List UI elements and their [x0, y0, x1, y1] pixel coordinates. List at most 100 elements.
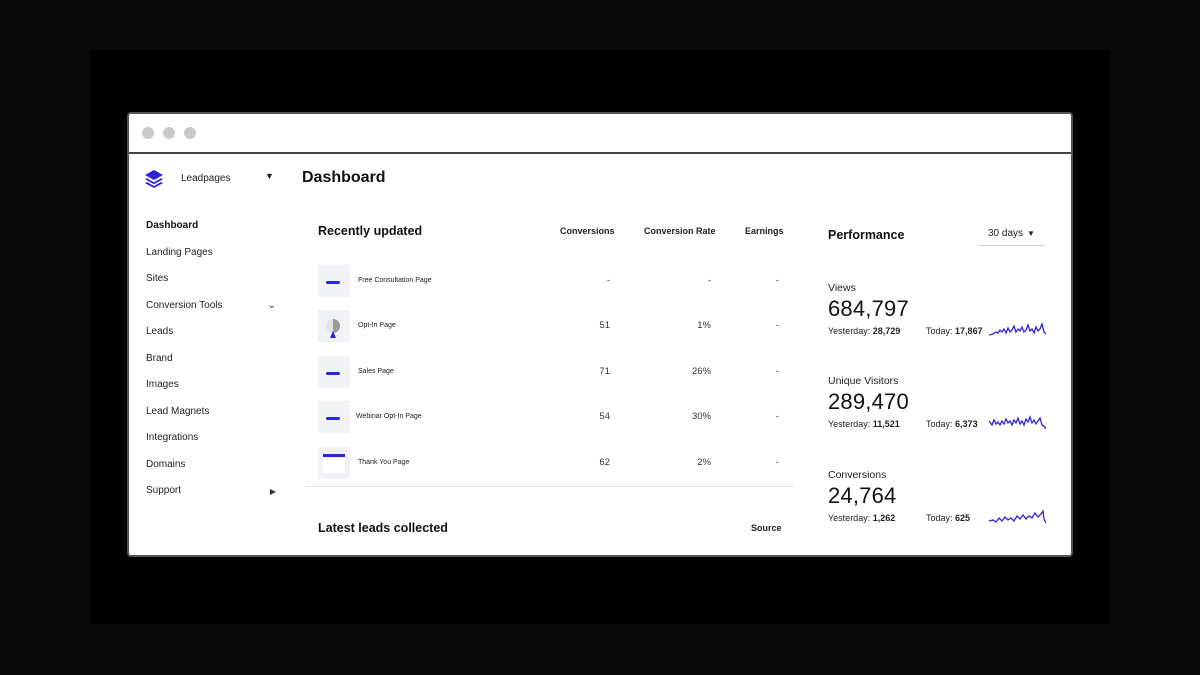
conversion-rate-column-header: Conversion Rate	[644, 226, 716, 236]
page-name: Thank You Page	[358, 459, 410, 466]
sidebar-item-conversion-tools[interactable]: Conversion Tools ⌄	[146, 299, 276, 326]
conversions-column-header: Conversions	[560, 226, 615, 236]
page-thumbnail	[318, 401, 350, 433]
views-sparkline	[989, 321, 1046, 336]
conversions-metric: Conversions 24,764 Yesterday: 1,262 Toda…	[828, 469, 1046, 524]
conversions-cell: 62	[599, 457, 610, 468]
thumbnail-panel	[323, 459, 345, 473]
sidebar-item-label: Conversion Tools	[146, 299, 223, 311]
source-column-header: Source	[751, 523, 782, 533]
sidebar-item-leads[interactable]: Leads	[146, 325, 276, 352]
today-label: Today:	[926, 419, 953, 429]
metric-yesterday: Yesterday: 28,729	[828, 326, 900, 336]
caret-right-icon: ▶	[269, 487, 276, 496]
sidebar-item-dashboard[interactable]: Dashboard	[146, 219, 276, 246]
metric-value: 289,470	[828, 389, 909, 414]
sidebar-item-lead-magnets[interactable]: Lead Magnets	[146, 405, 276, 432]
conversion-rate-cell: 30%	[691, 411, 711, 422]
recently-updated-heading: Recently updated	[318, 224, 423, 238]
table-row[interactable]: Thank You Page 62 2% -	[318, 447, 793, 479]
section-divider	[306, 486, 794, 487]
today-value: 17,867	[955, 326, 983, 336]
thumbnail-bar	[326, 417, 340, 420]
thumbnail-bar	[323, 454, 345, 457]
conversions-cell: 51	[599, 320, 610, 331]
sidebar-item-domains[interactable]: Domains	[146, 458, 276, 485]
page-thumbnail	[318, 356, 350, 388]
conversions-cell: 54	[599, 411, 610, 422]
sidebar-item-label: Domains	[146, 458, 186, 470]
browser-window: Leadpages ▼ Dashboard Landing Pages Site…	[127, 112, 1073, 557]
window-close-dot[interactable]	[142, 127, 154, 139]
metric-value: 24,764	[828, 483, 897, 508]
thumbnail-bar	[326, 372, 340, 375]
table-row[interactable]: Free Consultation Page - - -	[318, 265, 793, 297]
page-thumbnail	[318, 447, 350, 479]
metric-today: Today: 625	[926, 513, 970, 523]
window-maximize-dot[interactable]	[184, 127, 196, 139]
metric-today: Today: 6,373	[926, 419, 978, 429]
latest-leads-heading: Latest leads collected	[318, 521, 448, 535]
sidebar-item-label: Images	[146, 379, 179, 390]
sidebar-item-images[interactable]: Images	[146, 378, 276, 405]
brand-name: Leadpages	[181, 173, 231, 184]
conversions-cell: -	[606, 275, 610, 286]
conversion-rate-cell: 2%	[697, 457, 711, 468]
today-label: Today:	[926, 326, 953, 336]
unique-visitors-metric: Unique Visitors 289,470 Yesterday: 11,52…	[828, 375, 1046, 430]
earnings-cell: -	[775, 457, 779, 468]
sidebar-nav: Dashboard Landing Pages Sites Conversion…	[146, 219, 276, 511]
yesterday-value: 1,262	[872, 513, 896, 523]
sidebar-item-label: Leads	[146, 326, 174, 337]
earnings-cell: -	[775, 320, 779, 331]
earnings-column-header: Earnings	[745, 226, 784, 236]
date-range-select[interactable]: 30 days ▼	[979, 222, 1044, 246]
page-thumbnail	[318, 310, 350, 342]
views-metric: Views 684,797 Yesterday: 28,729 Today: 1…	[828, 282, 1046, 336]
metric-value: 684,797	[828, 296, 909, 321]
metric-label: Views	[828, 282, 856, 294]
sidebar-item-support[interactable]: Support ▶	[146, 484, 276, 511]
sidebar-item-label: Dashboard	[146, 220, 199, 231]
window-titlebar	[129, 114, 1071, 154]
metric-yesterday: Yesterday: 11,521	[828, 419, 900, 429]
today-value: 6,373	[955, 419, 978, 429]
page-name: Webinar Opt-In Page	[356, 413, 422, 420]
sidebar-item-label: Brand	[146, 352, 173, 364]
caret-down-icon: ▼	[265, 171, 274, 181]
metric-yesterday: Yesterday: 1,262	[828, 513, 895, 523]
sidebar-item-landing-pages[interactable]: Landing Pages	[146, 246, 276, 273]
performance-heading: Performance	[828, 228, 905, 242]
opt-in-thumbnail-icon	[326, 319, 340, 338]
today-value: 625	[955, 513, 971, 523]
sidebar-item-label: Lead Magnets	[146, 405, 210, 417]
table-row[interactable]: Opt-In Page 51 1% -	[318, 310, 793, 342]
metric-label: Unique Visitors	[828, 375, 899, 387]
sidebar-item-label: Sites	[146, 273, 169, 284]
yesterday-label: Yesterday:	[828, 513, 871, 523]
today-label: Today:	[926, 513, 953, 523]
yesterday-label: Yesterday:	[828, 326, 871, 336]
conversions-sparkline	[989, 509, 1046, 524]
yesterday-label: Yesterday:	[828, 419, 871, 429]
thumbnail-bar	[326, 281, 340, 284]
conversion-rate-cell: -	[707, 275, 711, 286]
sidebar-item-brand[interactable]: Brand	[146, 352, 276, 379]
window-minimize-dot[interactable]	[163, 127, 175, 139]
yesterday-value: 28,729	[872, 326, 901, 336]
sidebar-item-sites[interactable]: Sites	[146, 272, 276, 299]
sidebar-item-integrations[interactable]: Integrations	[146, 431, 276, 458]
unique-visitors-sparkline	[989, 415, 1046, 430]
table-row[interactable]: Sales Page 71 26% -	[318, 356, 793, 388]
page-name: Sales Page	[358, 368, 394, 375]
earnings-cell: -	[775, 411, 779, 422]
sidebar-item-label: Landing Pages	[146, 246, 213, 258]
table-row[interactable]: Webinar Opt-In Page 54 30% -	[318, 401, 793, 433]
date-range-value: 30 days	[988, 228, 1024, 239]
earnings-cell: -	[775, 366, 779, 377]
page-title: Dashboard	[302, 169, 386, 186]
conversions-cell: 71	[599, 366, 610, 377]
caret-down-icon: ▼	[1027, 229, 1035, 238]
brand-switcher[interactable]: Leadpages ▼	[144, 168, 274, 188]
leadpages-logo-icon	[145, 170, 163, 188]
